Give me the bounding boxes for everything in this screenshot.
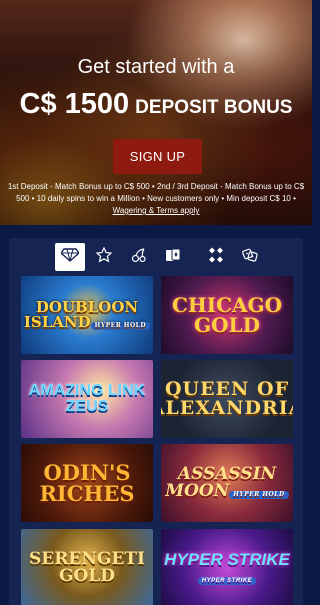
games-panel: DOUBLOON ISLAND HYPER HOLD CHICAGO GOLD A… [9, 238, 303, 605]
game-tile-hyper-strike[interactable]: HYPER STRIKEHYPER STRIKE [161, 529, 293, 605]
cherry-icon [131, 247, 147, 268]
game-tile-assassin-moon[interactable]: ASSASSIN MOON HYPER HOLD [161, 444, 293, 522]
game-tile-doubloon-island[interactable]: DOUBLOON ISLAND HYPER HOLD [21, 276, 153, 354]
game-title: DOUBLOON ISLAND HYPER HOLD [21, 300, 153, 330]
game-title: ASSASSIN MOON HYPER HOLD [161, 466, 293, 500]
dice-icon [208, 247, 224, 268]
game-tile-queen-of-alexandria[interactable]: QUEEN OF ALEXANDRIA [161, 360, 293, 438]
tab-slots[interactable] [124, 243, 154, 271]
bonus-amount: C$ 1500 [19, 88, 130, 120]
game-title: CHICAGO GOLD [171, 293, 283, 337]
game-title: ODIN'S RICHES [39, 460, 135, 506]
tab-jackpots[interactable] [235, 243, 265, 271]
hero-bonus: C$ 1500 DEPOSIT BONUS [0, 88, 312, 121]
game-tile-odins-riches[interactable]: ODIN'S RICHES [21, 444, 153, 522]
cards-icon [165, 247, 181, 268]
game-tile-serengeti-gold[interactable]: SERENGETI GOLD [21, 529, 153, 605]
sign-up-button[interactable]: SIGN UP [113, 139, 202, 174]
terms-text: 1st Deposit - Match Bonus up to C$ 500 •… [7, 182, 305, 203]
tab-top-games[interactable] [55, 243, 85, 271]
bonus-label: DEPOSIT BONUS [135, 97, 293, 118]
game-tile-chicago-gold[interactable]: CHICAGO GOLD [161, 276, 293, 354]
game-title: QUEEN OF ALEXANDRIA [161, 378, 293, 419]
tab-favourites[interactable] [89, 243, 119, 271]
bonus-terms: 1st Deposit - Match Bonus up to C$ 500 •… [3, 181, 309, 217]
terms-link[interactable]: Wagering & Terms apply [113, 206, 200, 215]
game-title: SERENGETI GOLD [29, 549, 145, 586]
game-title: AMAZING LINK ZEUS [28, 382, 146, 415]
diamond-icon [60, 247, 80, 267]
tab-live-casino[interactable] [201, 243, 231, 271]
hero-banner: Get started with a C$ 1500 DEPOSIT BONUS … [0, 0, 312, 225]
category-tabs [9, 243, 303, 273]
game-title: HYPER STRIKEHYPER STRIKE [164, 550, 290, 585]
game-tile-amazing-link-zeus[interactable]: AMAZING LINK ZEUS [21, 360, 153, 438]
hero-headline: Get started with a [77, 56, 235, 78]
star-icon [95, 246, 113, 268]
chip-icon [242, 247, 258, 268]
tab-table-games[interactable] [158, 243, 188, 271]
